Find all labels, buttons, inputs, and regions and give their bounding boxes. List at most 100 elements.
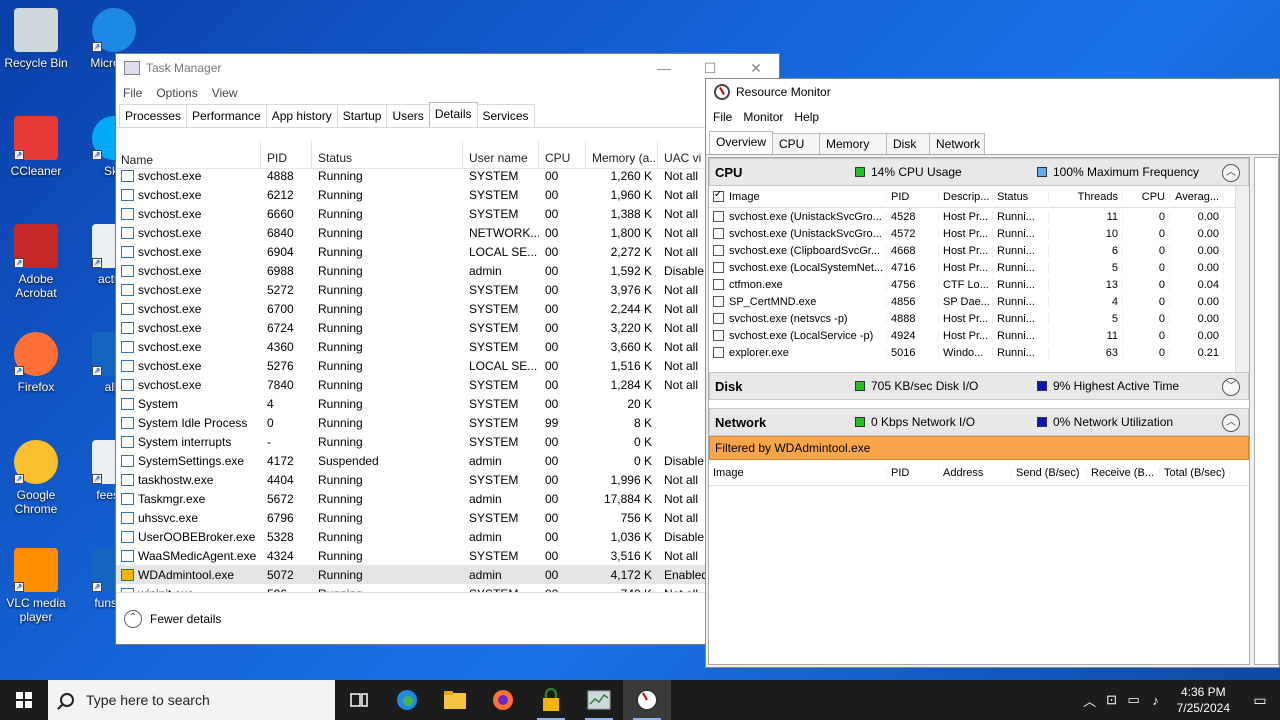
rm-menu-help[interactable]: Help: [794, 110, 819, 124]
maximize-button[interactable]: ☐: [687, 60, 733, 77]
volume-icon[interactable]: ♪: [1145, 693, 1167, 708]
network-icon[interactable]: ▭: [1123, 692, 1145, 708]
fewer-details-link[interactable]: Fewer details: [150, 612, 221, 626]
table-row[interactable]: svchost.exe 6660 Running SYSTEM 00 1,388 K Not…: [116, 204, 779, 223]
desktop-icon-8[interactable]: ↗ Google Chrome: [0, 440, 74, 516]
cpu-section-header[interactable]: CPU 14% CPU Usage 100% Maximum Frequency…: [709, 158, 1249, 186]
table-row[interactable]: svchost.exe 6840 Running NETWORK... 00 1,800 …: [116, 223, 779, 242]
network-column-3[interactable]: Send (B/sec): [1012, 466, 1087, 479]
table-row[interactable]: System 4 Running SYSTEM 00 20 K: [116, 394, 779, 413]
chevron-up-icon[interactable]: ︿: [1079, 691, 1101, 710]
cpu-column-1[interactable]: PID: [887, 190, 939, 203]
table-row[interactable]: WDAdmintool.exe 5072 Running admin 00 4,172 K…: [116, 565, 779, 584]
table-row[interactable]: svchost.exe 6700 Running SYSTEM 00 2,244 K Not…: [116, 299, 779, 318]
column-header-0[interactable]: Name: [116, 141, 261, 168]
table-row[interactable]: uhssvc.exe 6796 Running SYSTEM 00 756 K Not al…: [116, 508, 779, 527]
taskbar-search-box[interactable]: Type here to search: [48, 680, 335, 720]
process-checkbox[interactable]: [713, 347, 724, 359]
tab-app-history[interactable]: App history: [265, 104, 338, 127]
tab-services[interactable]: Services: [476, 104, 535, 127]
process-checkbox[interactable]: [713, 245, 724, 257]
table-row[interactable]: WaaSMedicAgent.exe 4324 Running SYSTEM 00 3,5…: [116, 546, 779, 565]
rm-tab-overview[interactable]: Overview: [709, 131, 773, 154]
menu-view[interactable]: View: [212, 86, 238, 100]
desktop-icon-6[interactable]: ↗ Firefox: [0, 332, 74, 394]
cpu-column-0[interactable]: Image: [709, 190, 887, 203]
expand-chevron-icon[interactable]: ﹀: [1222, 378, 1240, 396]
chevron-up-icon[interactable]: ⌃: [124, 609, 142, 628]
table-row[interactable]: svchost.exe 5276 Running LOCAL SE... 00 1,516…: [116, 356, 779, 375]
process-checkbox[interactable]: [713, 330, 724, 342]
desktop-icon-2[interactable]: ↗ CCleaner: [0, 116, 74, 178]
details-process-list[interactable]: svchost.exe 4888 Running SYSTEM 00 1,260 K Not…: [116, 166, 779, 593]
table-row[interactable]: taskhostw.exe 4404 Running SYSTEM 00 1,996 KN…: [116, 470, 779, 489]
cpu-process-row[interactable]: svchost.exe (netsvcs -p) 4888 Host Pr... Ru…: [709, 310, 1249, 327]
cpu-process-row[interactable]: svchost.exe (UnistackSvcGro... 4528 Host P…: [709, 208, 1249, 225]
minimize-button[interactable]: —: [641, 60, 687, 77]
cpu-column-6[interactable]: Averag...: [1170, 190, 1224, 203]
network-column-5[interactable]: Total (B/sec): [1160, 466, 1230, 479]
table-row[interactable]: svchost.exe 6724 Running SYSTEM 00 3,220 K Not…: [116, 318, 779, 337]
table-row[interactable]: svchost.exe 6212 Running SYSTEM 00 1,960 K Not…: [116, 185, 779, 204]
rm-tab-network[interactable]: Network: [929, 133, 985, 154]
cpu-process-row[interactable]: SP_CertMND.exe 4856 SP Dae... Runni... 4 0 0.0…: [709, 293, 1249, 310]
taskbar-file-explorer[interactable]: [431, 680, 479, 720]
table-row[interactable]: System interrupts - Running SYSTEM 00 0 K: [116, 432, 779, 451]
notification-icon[interactable]: ▭: [1240, 692, 1280, 709]
network-column-1[interactable]: PID: [887, 466, 939, 479]
table-row[interactable]: System Idle Process 0 Running SYSTEM 99 8 K: [116, 413, 779, 432]
desktop-icon-10[interactable]: ↗ VLC media player: [0, 548, 74, 624]
cpu-column-3[interactable]: Status: [993, 190, 1049, 203]
close-button[interactable]: ✕: [733, 60, 779, 77]
network-section-header[interactable]: Network 0 Kbps Network I/O 0% Network Ut…: [709, 408, 1249, 436]
collapse-chevron-icon[interactable]: ︿: [1222, 164, 1240, 182]
tab-startup[interactable]: Startup: [336, 104, 388, 127]
table-row[interactable]: svchost.exe 7840 Running SYSTEM 00 1,284 K Not…: [116, 375, 779, 394]
table-row[interactable]: svchost.exe 5272 Running SYSTEM 00 3,976 K Not…: [116, 280, 779, 299]
rm-tab-disk[interactable]: Disk: [886, 133, 930, 154]
table-row[interactable]: svchost.exe 6988 Running admin 00 1,592 K Disa…: [116, 261, 779, 280]
process-checkbox[interactable]: [713, 228, 724, 240]
tab-users[interactable]: Users: [386, 104, 430, 127]
process-checkbox[interactable]: [713, 211, 724, 223]
cpu-process-row[interactable]: svchost.exe (UnistackSvcGro... 4572 Host P…: [709, 225, 1249, 242]
desktop-icon-0[interactable]: Recycle Bin: [0, 8, 74, 70]
cpu-process-row[interactable]: svchost.exe (LocalService -p) 4924 Host Pr…: [709, 327, 1249, 344]
process-checkbox[interactable]: [713, 279, 724, 291]
taskbar-wdadmintool[interactable]: [527, 680, 575, 720]
rm-menu-file[interactable]: File: [713, 110, 732, 124]
rm-menu-monitor[interactable]: Monitor: [743, 110, 783, 124]
taskbar-resource-monitor[interactable]: [623, 680, 671, 720]
tab-processes[interactable]: Processes: [119, 104, 188, 127]
task-manager-window[interactable]: Task Manager — ☐ ✕ File Options View Proce…: [115, 53, 780, 645]
process-checkbox[interactable]: [713, 296, 724, 308]
network-column-4[interactable]: Receive (B...: [1087, 466, 1160, 479]
column-header-4[interactable]: CPU: [539, 141, 586, 168]
column-header-5[interactable]: Memory (a...: [586, 141, 658, 168]
process-checkbox[interactable]: [713, 313, 724, 325]
collapse-chevron-icon[interactable]: ︿: [1222, 414, 1240, 432]
process-checkbox[interactable]: [713, 262, 724, 274]
table-row[interactable]: SystemSettings.exe 4172 Suspended admin 00 0 …: [116, 451, 779, 470]
menu-file[interactable]: File: [123, 86, 142, 100]
taskbar-clock[interactable]: 4:36 PM 7/25/2024: [1177, 684, 1230, 716]
taskbar-edge[interactable]: [383, 680, 431, 720]
task-manager-titlebar[interactable]: Task Manager — ☐ ✕: [116, 54, 779, 82]
resource-monitor-window[interactable]: Resource Monitor File Monitor Help Overvie…: [705, 78, 1280, 668]
resource-monitor-titlebar[interactable]: Resource Monitor: [706, 79, 1279, 105]
column-header-3[interactable]: User name: [463, 141, 539, 168]
network-status-icon[interactable]: ⊡: [1101, 692, 1123, 708]
network-column-0[interactable]: Image: [709, 466, 887, 479]
tab-performance[interactable]: Performance: [186, 104, 267, 127]
taskbar-task-manager[interactable]: [575, 680, 623, 720]
table-row[interactable]: svchost.exe 4888 Running SYSTEM 00 1,260 K Not…: [116, 166, 779, 185]
table-row[interactable]: Taskmgr.exe 5672 Running admin 00 17,884 K Not…: [116, 489, 779, 508]
cpu-process-row[interactable]: explorer.exe 5016 Windo... Runni... 63 0 0.21: [709, 344, 1249, 361]
cpu-process-row[interactable]: svchost.exe (LocalSystemNet... 4716 Host P…: [709, 259, 1249, 276]
taskbar-firefox[interactable]: [479, 680, 527, 720]
desktop-icon-4[interactable]: ↗ Adobe Acrobat: [0, 224, 74, 300]
cpu-process-row[interactable]: svchost.exe (ClipboardSvcGr... 4668 Host P…: [709, 242, 1249, 259]
rm-tab-memory[interactable]: Memory: [819, 133, 887, 154]
cpu-process-row[interactable]: ctfmon.exe 4756 CTF Lo... Runni... 13 0 0.04: [709, 276, 1249, 293]
network-column-2[interactable]: Address: [939, 466, 1012, 479]
